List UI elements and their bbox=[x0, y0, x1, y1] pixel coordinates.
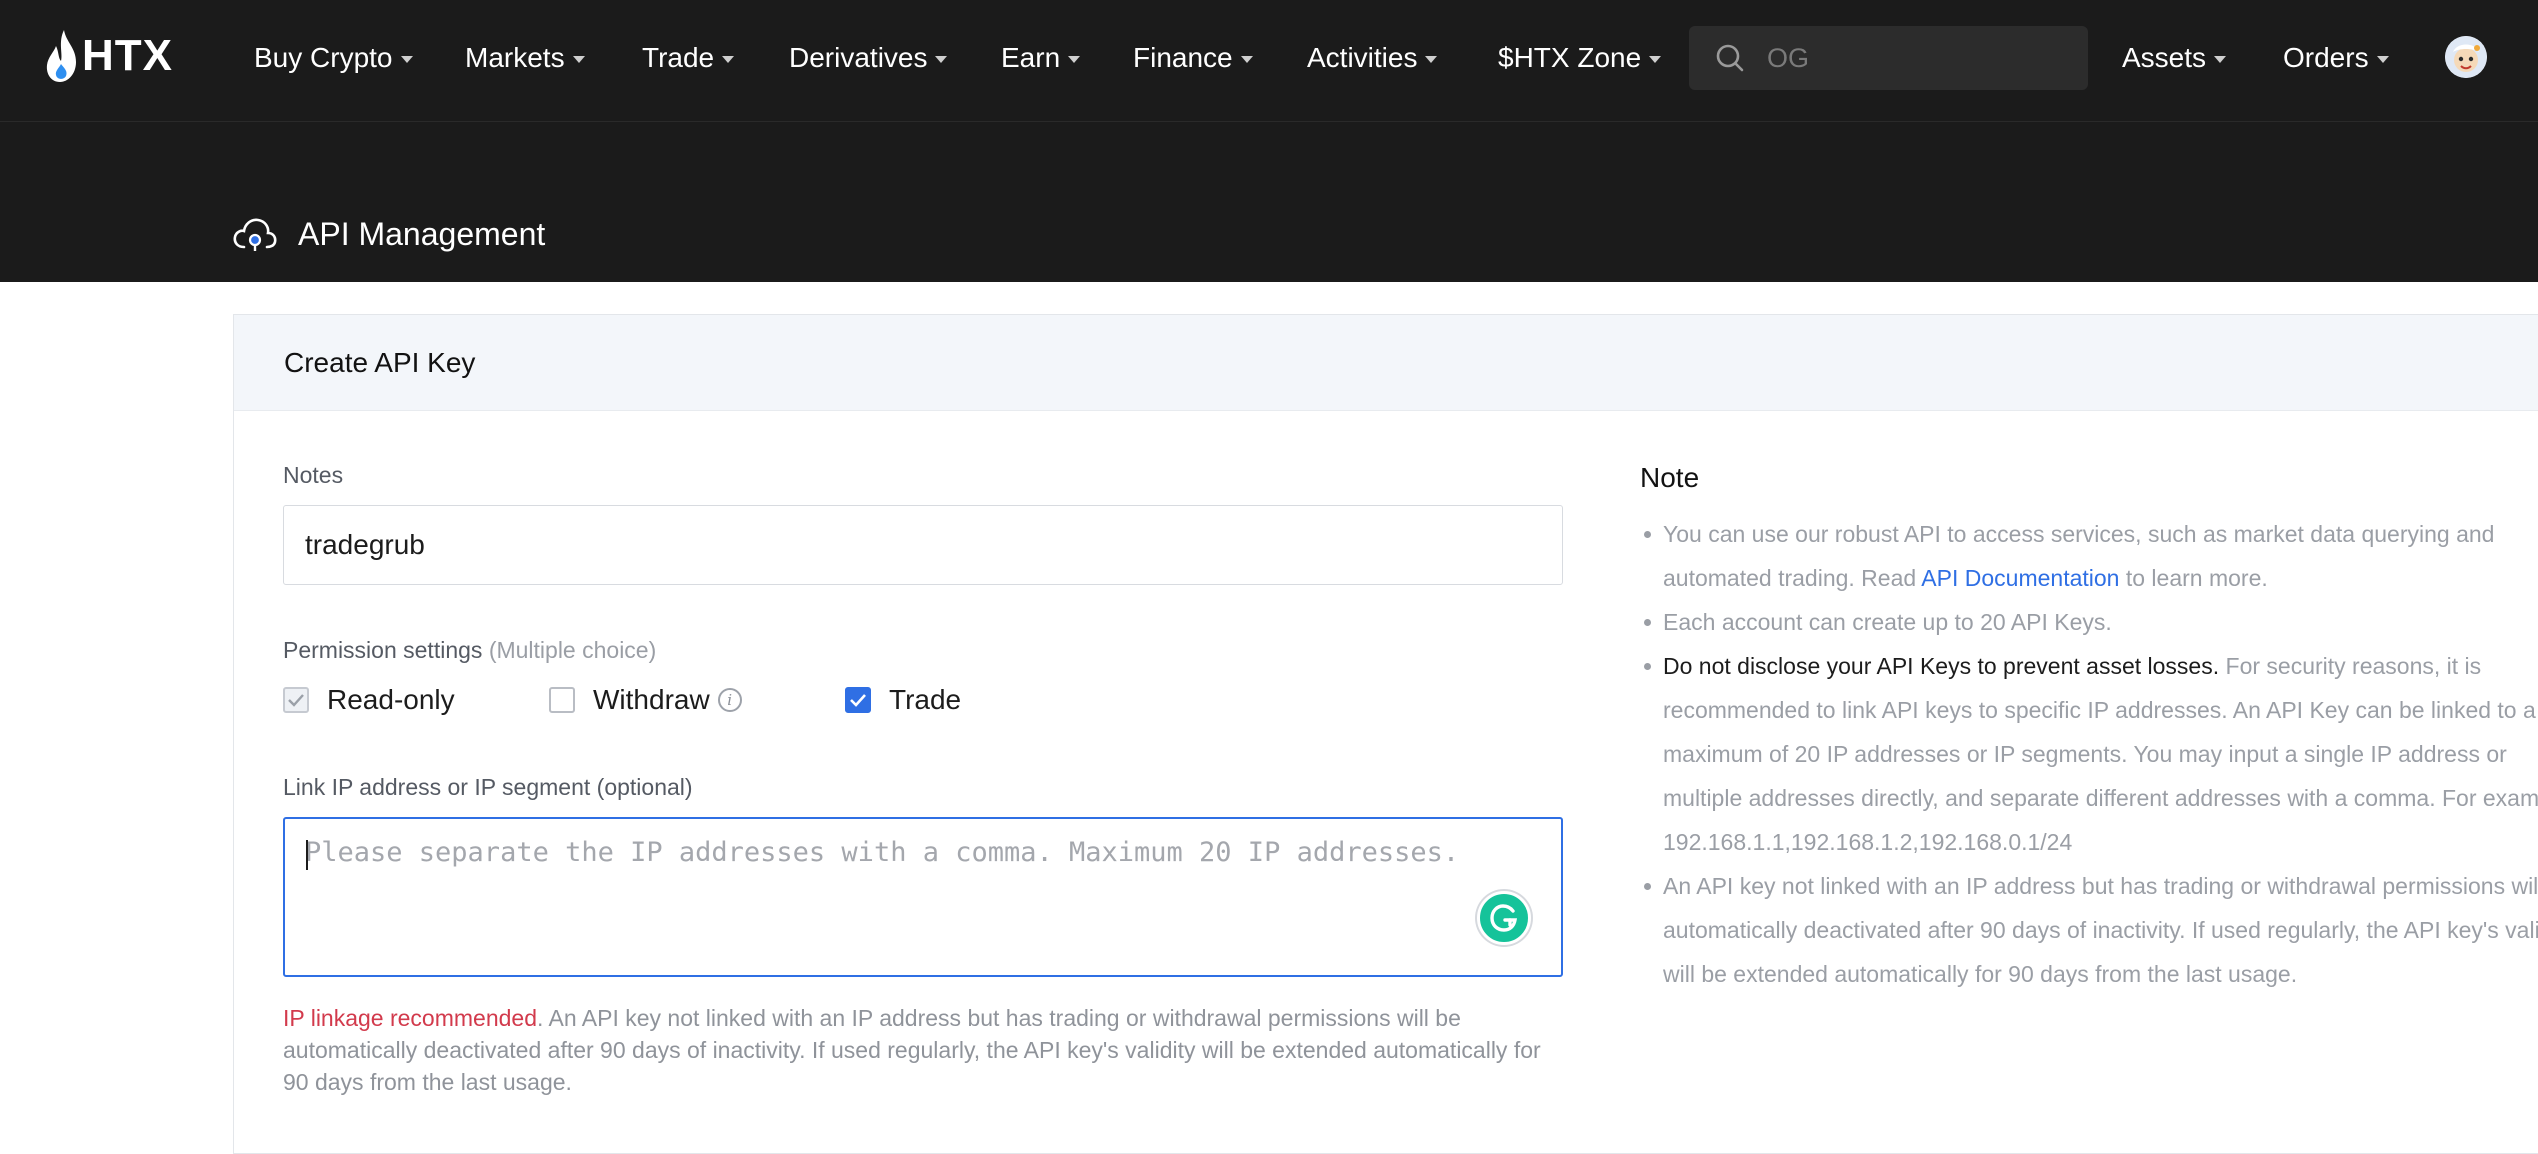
nav-label: Earn bbox=[1001, 42, 1061, 73]
nav-markets[interactable]: Markets bbox=[465, 36, 585, 80]
nav-label: Finance bbox=[1133, 42, 1233, 73]
nav-label: Trade bbox=[642, 42, 715, 73]
avatar-icon bbox=[2445, 36, 2487, 78]
caret-down-icon bbox=[1425, 55, 1438, 63]
note-item: An API key not linked with an IP address… bbox=[1640, 864, 2538, 996]
read-only-checkbox[interactable] bbox=[283, 687, 309, 713]
caret-down-icon bbox=[935, 55, 948, 63]
notes-value: tradegrub bbox=[305, 529, 425, 560]
page-title: API Management bbox=[298, 215, 546, 252]
nav-label: Buy Crypto bbox=[254, 42, 393, 73]
nav-assets[interactable]: Assets bbox=[2122, 36, 2227, 80]
info-icon[interactable]: i bbox=[717, 688, 742, 712]
search-box[interactable] bbox=[1689, 26, 2088, 90]
withdraw-label: Withdraw bbox=[593, 684, 710, 715]
ip-warning-highlight: IP linkage recommended bbox=[283, 1005, 537, 1031]
nav-finance[interactable]: Finance bbox=[1133, 36, 1253, 80]
note-text: Each account can create up to 20 API Key… bbox=[1663, 609, 2112, 635]
nav-buy-crypto[interactable]: Buy Crypto bbox=[254, 36, 413, 80]
text-cursor bbox=[306, 840, 308, 870]
note-list: You can use our robust API to access ser… bbox=[1640, 512, 2538, 996]
permission-withdraw[interactable]: Withdraw i bbox=[549, 680, 742, 720]
caret-down-icon bbox=[400, 55, 413, 63]
nav-label: Activities bbox=[1307, 42, 1418, 73]
nav-label: Orders bbox=[2283, 42, 2369, 73]
nav-activities[interactable]: Activities bbox=[1307, 36, 1438, 80]
permission-read-only[interactable]: Read-only bbox=[283, 680, 455, 720]
api-documentation-link[interactable]: API Documentation bbox=[1921, 565, 2119, 591]
caret-down-icon bbox=[1649, 55, 1662, 63]
checkmark-icon bbox=[850, 694, 866, 707]
nav-label: $HTX Zone bbox=[1498, 42, 1642, 73]
top-navigation: HTX Buy Crypto Markets Trade Derivatives… bbox=[0, 0, 2538, 122]
note-strong-text: Do not disclose your API Keys to prevent… bbox=[1663, 653, 2220, 679]
withdraw-checkbox[interactable] bbox=[549, 687, 575, 713]
nav-htx-zone[interactable]: $HTX Zone bbox=[1498, 36, 1662, 80]
permission-hint-text: (Multiple choice) bbox=[488, 637, 657, 663]
card-title: Create API Key bbox=[234, 315, 2538, 411]
permission-trade[interactable]: Trade bbox=[845, 680, 961, 720]
caret-down-icon bbox=[572, 55, 585, 63]
cloud-icon bbox=[233, 218, 277, 251]
nav-derivatives[interactable]: Derivatives bbox=[789, 36, 948, 80]
note-text: For security reasons, it is recommended … bbox=[1663, 653, 2538, 855]
grammarly-icon[interactable] bbox=[1477, 891, 1531, 945]
permission-label-text: Permission settings bbox=[283, 637, 483, 663]
nav-orders[interactable]: Orders bbox=[2283, 36, 2389, 80]
checkmark-icon bbox=[288, 694, 304, 707]
page-header-band bbox=[0, 122, 2538, 282]
permission-settings-label: Permission settings (Multiple choice) bbox=[283, 637, 656, 664]
ip-address-textarea[interactable] bbox=[285, 819, 1561, 975]
trade-checkbox[interactable] bbox=[845, 687, 871, 713]
search-input[interactable] bbox=[1765, 41, 2065, 75]
notes-input[interactable]: tradegrub bbox=[283, 505, 1563, 585]
caret-down-icon bbox=[1240, 55, 1253, 63]
read-only-label: Read-only bbox=[327, 684, 455, 715]
caret-down-icon bbox=[2376, 55, 2389, 63]
note-title: Note bbox=[1640, 462, 1700, 493]
flame-logo-icon bbox=[46, 30, 76, 82]
note-item: Each account can create up to 20 API Key… bbox=[1640, 600, 2538, 644]
note-item: Do not disclose your API Keys to prevent… bbox=[1640, 644, 2538, 864]
user-avatar[interactable] bbox=[2445, 36, 2487, 78]
ip-label: Link IP address or IP segment (optional) bbox=[283, 774, 693, 800]
page-title-area: API Management bbox=[232, 210, 545, 258]
nav-trade[interactable]: Trade bbox=[642, 36, 735, 80]
note-text: to learn more. bbox=[2119, 565, 2268, 591]
note-text: An API key not linked with an IP address… bbox=[1663, 873, 2538, 987]
trade-label: Trade bbox=[889, 684, 962, 715]
logo-text: HTX bbox=[82, 31, 173, 80]
caret-down-icon bbox=[2214, 55, 2227, 63]
nav-label: Assets bbox=[2122, 42, 2207, 73]
grammarly-g-icon bbox=[1490, 904, 1518, 932]
search-icon bbox=[1716, 44, 1744, 72]
nav-earn[interactable]: Earn bbox=[1001, 36, 1081, 80]
nav-label: Markets bbox=[465, 42, 565, 73]
caret-down-icon bbox=[722, 55, 735, 63]
caret-down-icon bbox=[1068, 55, 1081, 63]
ip-warning-text: IP linkage recommended. An API key not l… bbox=[283, 1002, 1563, 1098]
htx-logo[interactable]: HTX bbox=[44, 26, 173, 86]
notes-label: Notes bbox=[283, 462, 344, 488]
ip-address-field[interactable] bbox=[283, 817, 1563, 977]
note-item: You can use our robust API to access ser… bbox=[1640, 512, 2538, 600]
nav-label: Derivatives bbox=[789, 42, 928, 73]
